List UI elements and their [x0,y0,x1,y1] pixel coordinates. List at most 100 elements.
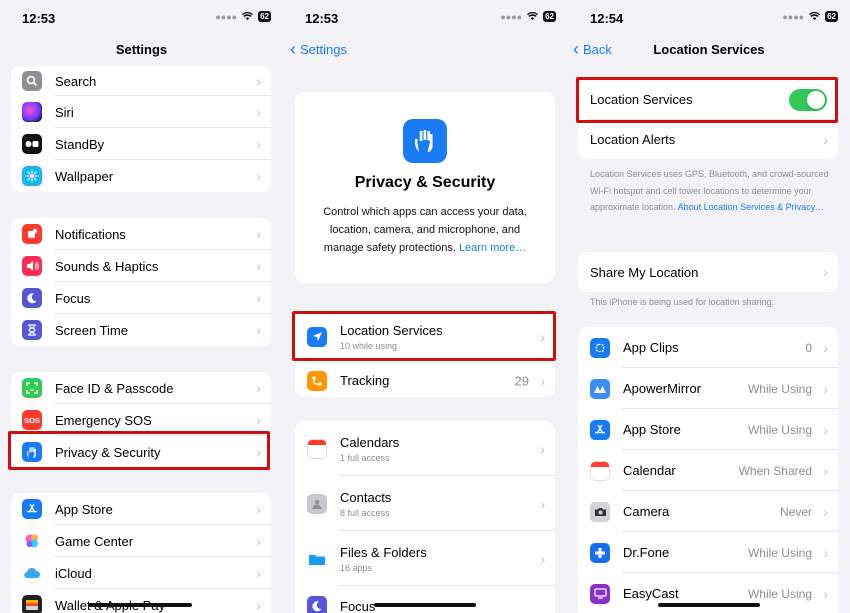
settings-row-game-center[interactable]: Game Center › [11,525,271,557]
chevron-right-icon: › [823,421,828,438]
location-services-screen: 12:54 ●●●● 62 ‹ Back Location Services L… [568,0,850,613]
row-label: Share My Location [590,264,699,280]
share-my-location-row[interactable]: Share My Location › [578,252,838,292]
chevron-right-icon: › [256,412,261,428]
wifi-icon [527,12,539,21]
chevron-right-icon: › [540,550,545,567]
learn-more-link[interactable]: Learn more… [459,242,526,254]
chevron-right-icon: › [823,380,828,397]
settings-row-standby[interactable]: StandBy › [11,128,271,160]
row-label: Tracking [340,373,390,388]
settings-row-notifications[interactable]: Notifications › [11,218,271,250]
back-button[interactable]: ‹ Settings [290,39,347,59]
chevron-right-icon: › [256,168,261,184]
status-time: 12:54 [590,11,624,26]
status-icons: ●●●● 62 [500,11,556,22]
chevron-right-icon: › [256,501,261,517]
files-folders-row[interactable]: Files & Folders 16 apps › [295,531,555,586]
status-time: 12:53 [22,11,56,26]
highlight-box [8,431,270,470]
folder-icon [307,548,327,569]
tracking-row[interactable]: Tracking 29 › [295,364,555,397]
row-label: Siri [55,104,74,120]
page-title: Settings [115,42,168,57]
settings-row-search[interactable]: Search › [11,66,271,96]
row-label: Focus [340,598,376,613]
chevron-right-icon: › [256,258,261,274]
settings-row-sounds[interactable]: Sounds & Haptics › [11,250,271,282]
chevron-right-icon: › [823,339,828,356]
privacy-title: Privacy & Security [354,174,496,191]
chevron-right-icon: › [540,495,545,512]
settings-row-icloud[interactable]: iCloud › [11,557,271,589]
row-label: Camera [623,504,670,519]
chevron-left-icon: ‹ [290,39,296,59]
tracking-icon [307,370,327,391]
siri-icon [22,102,42,122]
settings-row-wallet[interactable]: Wallet & Apple Pay › [11,589,271,613]
row-label: Game Center [55,533,134,549]
settings-row-screen-time[interactable]: Screen Time › [11,314,271,346]
settings-group-general: Search › Siri › StandBy › Wallpaper › [11,66,271,192]
home-indicator[interactable] [88,603,192,607]
calendars-row[interactable]: Calendars 1 full access › [295,421,555,476]
row-label: Contacts [340,489,392,505]
row-label: Search [55,73,97,89]
signal-icon: ●●●● [215,11,238,22]
standby-icon [22,134,42,154]
row-label: App Clips [623,340,679,355]
speaker-icon [22,256,42,276]
settings-screen: 12:53 ●●●● 62 Settings Search › Siri › S… [0,0,283,613]
sos-icon: SOS [22,410,42,430]
highlight-box [292,311,556,361]
row-value: While Using [747,422,812,437]
wifi-icon [242,12,254,21]
app-row-app-clips[interactable]: App Clips 0 › [578,327,838,368]
app-row-calendar[interactable]: Calendar When Shared › [578,450,838,491]
contacts-row[interactable]: Contacts 8 full access › [295,476,555,531]
status-bar: 12:53 ●●●● 62 [0,0,283,36]
row-label: Calendars [340,434,400,450]
settings-row-wallpaper[interactable]: Wallpaper › [11,160,271,192]
chevron-right-icon: › [540,372,545,389]
settings-row-siri[interactable]: Siri › [11,96,271,128]
app-row-apowermirror[interactable]: ApowerMirror While Using › [578,368,838,409]
focus-row[interactable]: Focus [295,586,555,613]
app-store-icon [22,499,42,519]
home-indicator[interactable] [658,603,760,607]
row-label: EasyCast [623,586,679,601]
battery-icon: 62 [543,11,556,22]
row-value: While Using [747,586,812,601]
back-label: Settings [300,42,347,57]
share-location-group: Share My Location › [578,252,838,292]
files-text: Files & Folders 16 apps [340,545,427,573]
row-label: Face ID & Passcode [55,380,174,396]
row-sublabel: 16 apps [340,562,373,573]
row-label: iCloud [55,565,92,581]
settings-row-face-id[interactable]: Face ID & Passcode › [11,372,271,404]
highlight-box [576,77,838,123]
location-alerts-row[interactable]: Location Alerts › [578,120,838,159]
cloud-icon [22,563,42,583]
app-row-easycast[interactable]: EasyCast While Using › [578,573,838,613]
status-icons: ●●●● 62 [215,11,271,22]
privacy-permissions-group: Calendars 1 full access › Contacts 8 ful… [295,421,555,613]
app-row-camera[interactable]: Camera Never › [578,491,838,532]
status-bar: 12:54 ●●●● 62 [568,0,850,36]
row-label: App Store [55,501,113,517]
privacy-security-screen: 12:53 ●●●● 62 ‹ Settings Privacy & Secur… [283,0,568,613]
chevron-right-icon: › [256,73,261,89]
about-location-link[interactable]: About Location Services & Privacy… [678,202,825,212]
chevron-right-icon: › [540,440,545,457]
search-icon [22,71,42,91]
settings-row-app-store[interactable]: App Store › [11,493,271,525]
row-value: Never [779,504,812,519]
home-indicator[interactable] [374,603,476,607]
app-row-app-store[interactable]: App Store While Using › [578,409,838,450]
row-label: Wallpaper [55,168,114,184]
settings-row-focus[interactable]: Focus › [11,282,271,314]
app-row-drfone[interactable]: Dr.Fone While Using › [578,532,838,573]
chevron-right-icon: › [256,290,261,306]
row-value: 0 [805,340,812,355]
camera-icon [590,501,610,522]
